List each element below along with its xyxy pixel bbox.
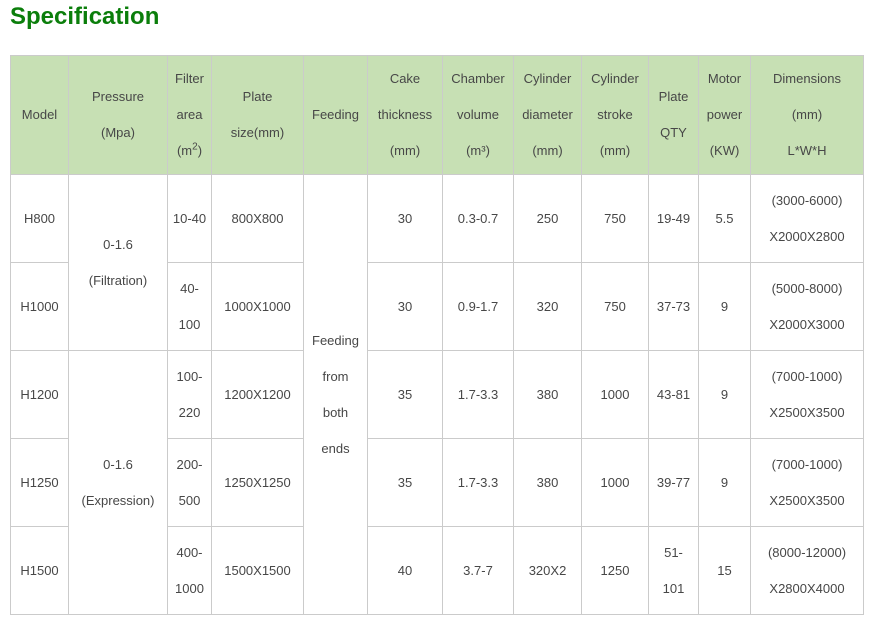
cell-plate-size: 800X800 [212, 175, 304, 263]
cell-model: H1250 [11, 439, 69, 527]
cell-cake-thickness: 30 [368, 175, 443, 263]
cell-cylinder-diameter: 320X2 [514, 527, 582, 615]
cell-dimensions: (5000-8000)X2000X3000 [751, 263, 864, 351]
cell-dimensions: (3000-6000)X2000X2800 [751, 175, 864, 263]
cell-filter-area: 400-1000 [168, 527, 212, 615]
cell-motor-power: 15 [699, 527, 751, 615]
col-header-chamber-volume: Chambervolume(m³) [443, 56, 514, 175]
cell-plate-size: 1250X1250 [212, 439, 304, 527]
table-row: H800 0-1.6(Filtration) 10-40 800X800 Fee… [11, 175, 864, 263]
cell-pressure-expression: 0-1.6(Expression) [69, 351, 168, 615]
cell-cake-thickness: 35 [368, 439, 443, 527]
cell-motor-power: 9 [699, 439, 751, 527]
cell-filter-area: 40-100 [168, 263, 212, 351]
cell-motor-power: 9 [699, 351, 751, 439]
cell-cylinder-diameter: 380 [514, 351, 582, 439]
col-header-plate-qty: PlateQTY [649, 56, 699, 175]
cell-motor-power: 9 [699, 263, 751, 351]
col-header-motor-power: Motorpower(KW) [699, 56, 751, 175]
cell-plate-qty: 51-101 [649, 527, 699, 615]
cell-plate-qty: 43-81 [649, 351, 699, 439]
cell-pressure-filtration: 0-1.6(Filtration) [69, 175, 168, 351]
cell-cylinder-stroke: 1000 [582, 439, 649, 527]
col-header-model: Model [11, 56, 69, 175]
cell-cylinder-diameter: 380 [514, 439, 582, 527]
cell-cylinder-diameter: 250 [514, 175, 582, 263]
cell-plate-qty: 39-77 [649, 439, 699, 527]
cell-plate-qty: 37-73 [649, 263, 699, 351]
cell-plate-qty: 19-49 [649, 175, 699, 263]
col-header-cylinder-diameter: Cylinderdiameter(mm) [514, 56, 582, 175]
cell-filter-area: 10-40 [168, 175, 212, 263]
cell-filter-area: 200-500 [168, 439, 212, 527]
page-title: Specification [10, 3, 871, 31]
cell-chamber-volume: 0.9-1.7 [443, 263, 514, 351]
cell-model: H1200 [11, 351, 69, 439]
col-header-cylinder-stroke: Cylinderstroke(mm) [582, 56, 649, 175]
cell-model: H1500 [11, 527, 69, 615]
col-header-feeding: Feeding [304, 56, 368, 175]
cell-dimensions: (7000-1000)X2500X3500 [751, 439, 864, 527]
col-header-cake-thickness: Cakethickness(mm) [368, 56, 443, 175]
cell-cylinder-stroke: 750 [582, 263, 649, 351]
cell-cylinder-stroke: 1000 [582, 351, 649, 439]
cell-plate-size: 1200X1200 [212, 351, 304, 439]
table-row: H1200 0-1.6(Expression) 100-220 1200X120… [11, 351, 864, 439]
specification-table: Model Pressure(Mpa) Filterarea(m2) Plate… [10, 55, 864, 615]
cell-dimensions: (8000-12000)X2800X4000 [751, 527, 864, 615]
cell-model: H1000 [11, 263, 69, 351]
cell-feeding-merged: Feedingfrombothends [304, 175, 368, 615]
cell-cylinder-stroke: 1250 [582, 527, 649, 615]
cell-model: H800 [11, 175, 69, 263]
cell-dimensions: (7000-1000)X2500X3500 [751, 351, 864, 439]
cell-filter-area: 100-220 [168, 351, 212, 439]
col-header-filter-area: Filterarea(m2) [168, 56, 212, 175]
cell-cake-thickness: 30 [368, 263, 443, 351]
cell-motor-power: 5.5 [699, 175, 751, 263]
col-header-plate-size: Platesize(mm) [212, 56, 304, 175]
cell-cake-thickness: 35 [368, 351, 443, 439]
cell-plate-size: 1500X1500 [212, 527, 304, 615]
cell-cylinder-diameter: 320 [514, 263, 582, 351]
cell-chamber-volume: 1.7-3.3 [443, 439, 514, 527]
col-header-pressure: Pressure(Mpa) [69, 56, 168, 175]
cell-cake-thickness: 40 [368, 527, 443, 615]
table-header-row: Model Pressure(Mpa) Filterarea(m2) Plate… [11, 56, 864, 175]
cell-plate-size: 1000X1000 [212, 263, 304, 351]
col-header-dimensions: Dimensions(mm)L*W*H [751, 56, 864, 175]
cell-chamber-volume: 1.7-3.3 [443, 351, 514, 439]
cell-chamber-volume: 3.7-7 [443, 527, 514, 615]
cell-cylinder-stroke: 750 [582, 175, 649, 263]
cell-chamber-volume: 0.3-0.7 [443, 175, 514, 263]
